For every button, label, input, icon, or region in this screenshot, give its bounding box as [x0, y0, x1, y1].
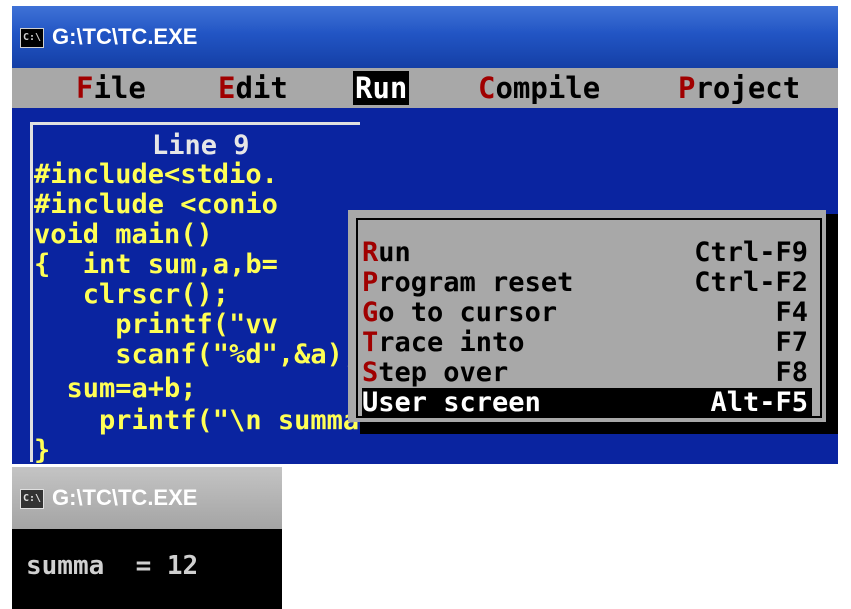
program-output: summa = 12 [26, 551, 199, 581]
menu-run[interactable]: Run [353, 71, 410, 105]
editor-frame-top [30, 122, 360, 125]
item-shortcut: F7 [775, 327, 808, 358]
window-titlebar[interactable]: C:\ G:\TC\TC.EXE [12, 467, 282, 529]
item-shortcut: F4 [775, 297, 808, 328]
code-editor[interactable]: Line 9 #include<stdio. #include <conio v… [12, 108, 838, 464]
menu-label: dit [235, 71, 288, 105]
item-hotkey: U [362, 387, 379, 418]
code-line: sum=a+b; [34, 373, 197, 404]
menu-compile[interactable]: Compile [478, 71, 600, 105]
menu-label: un [372, 71, 408, 105]
run-menu-item-trace-into[interactable]: Trace into F7 [362, 328, 812, 358]
menu-file[interactable]: File [76, 71, 146, 105]
menu-bar: File Edit Run Compile Project [12, 68, 838, 108]
item-hotkey: G [362, 297, 379, 328]
item-label: o to cursor [378, 297, 558, 328]
code-line: void main() [34, 219, 213, 250]
console-icon: C:\ [20, 28, 44, 48]
run-menu-item-program-reset[interactable]: Program reset Ctrl-F2 [362, 268, 812, 298]
code-line: { int sum,a,b= [34, 249, 278, 280]
window-titlebar[interactable]: C:\ G:\TC\TC.EXE [12, 6, 838, 68]
menu-hotkey: R [355, 71, 373, 105]
item-label: race into [378, 327, 525, 358]
code-line: #include <conio [34, 189, 278, 220]
menu-hotkey: C [478, 71, 496, 105]
menu-label: ompile [495, 71, 601, 105]
item-hotkey: T [362, 327, 379, 358]
menu-project[interactable]: Project [678, 71, 800, 105]
code-line: clrscr(); [34, 279, 230, 310]
run-menu-dropdown: Run Ctrl-F9 Program reset Ctrl-F2 Go to cu… [348, 210, 826, 422]
item-label: rogram reset [378, 267, 574, 298]
item-label: un [378, 237, 411, 268]
item-shortcut: Alt-F5 [710, 387, 808, 418]
item-label: ser screen [378, 387, 541, 418]
run-menu-item-go-to-cursor[interactable]: Go to cursor F4 [362, 298, 812, 328]
code-line: printf("vv [34, 309, 278, 340]
window-title: G:\TC\TC.EXE [52, 24, 198, 49]
code-line: scanf("%d",&a); [34, 339, 360, 370]
console-output-area: summa = 12 [12, 529, 282, 609]
turbo-c-window: C:\ G:\TC\TC.EXE File Edit Run Compile P… [12, 6, 838, 464]
code-line: #include<stdio. [34, 159, 278, 190]
menu-hotkey: E [218, 71, 236, 105]
run-menu-item-user-screen[interactable]: User screen Alt-F5 [362, 388, 812, 418]
console-icon: C:\ [20, 489, 44, 509]
item-shortcut: Ctrl-F9 [694, 237, 808, 268]
run-menu-item-run[interactable]: Run Ctrl-F9 [362, 238, 812, 268]
menu-label: ile [93, 71, 146, 105]
line-indicator: Line 9 [152, 130, 250, 161]
menu-edit[interactable]: Edit [218, 71, 288, 105]
editor-frame-left [30, 122, 33, 462]
code-line: } [34, 435, 51, 465]
item-hotkey: P [362, 267, 379, 298]
run-menu-item-step-over[interactable]: Step over F8 [362, 358, 812, 388]
menu-hotkey: P [678, 71, 696, 105]
window-title: G:\TC\TC.EXE [52, 485, 198, 510]
menu-label: roject [695, 71, 801, 105]
item-hotkey: R [362, 237, 379, 268]
user-screen-window: C:\ G:\TC\TC.EXE summa = 12 [12, 467, 282, 609]
menu-hotkey: F [76, 71, 94, 105]
item-label: tep over [378, 357, 509, 388]
item-hotkey: S [362, 357, 379, 388]
item-shortcut: F8 [775, 357, 808, 388]
item-shortcut: Ctrl-F2 [694, 267, 808, 298]
